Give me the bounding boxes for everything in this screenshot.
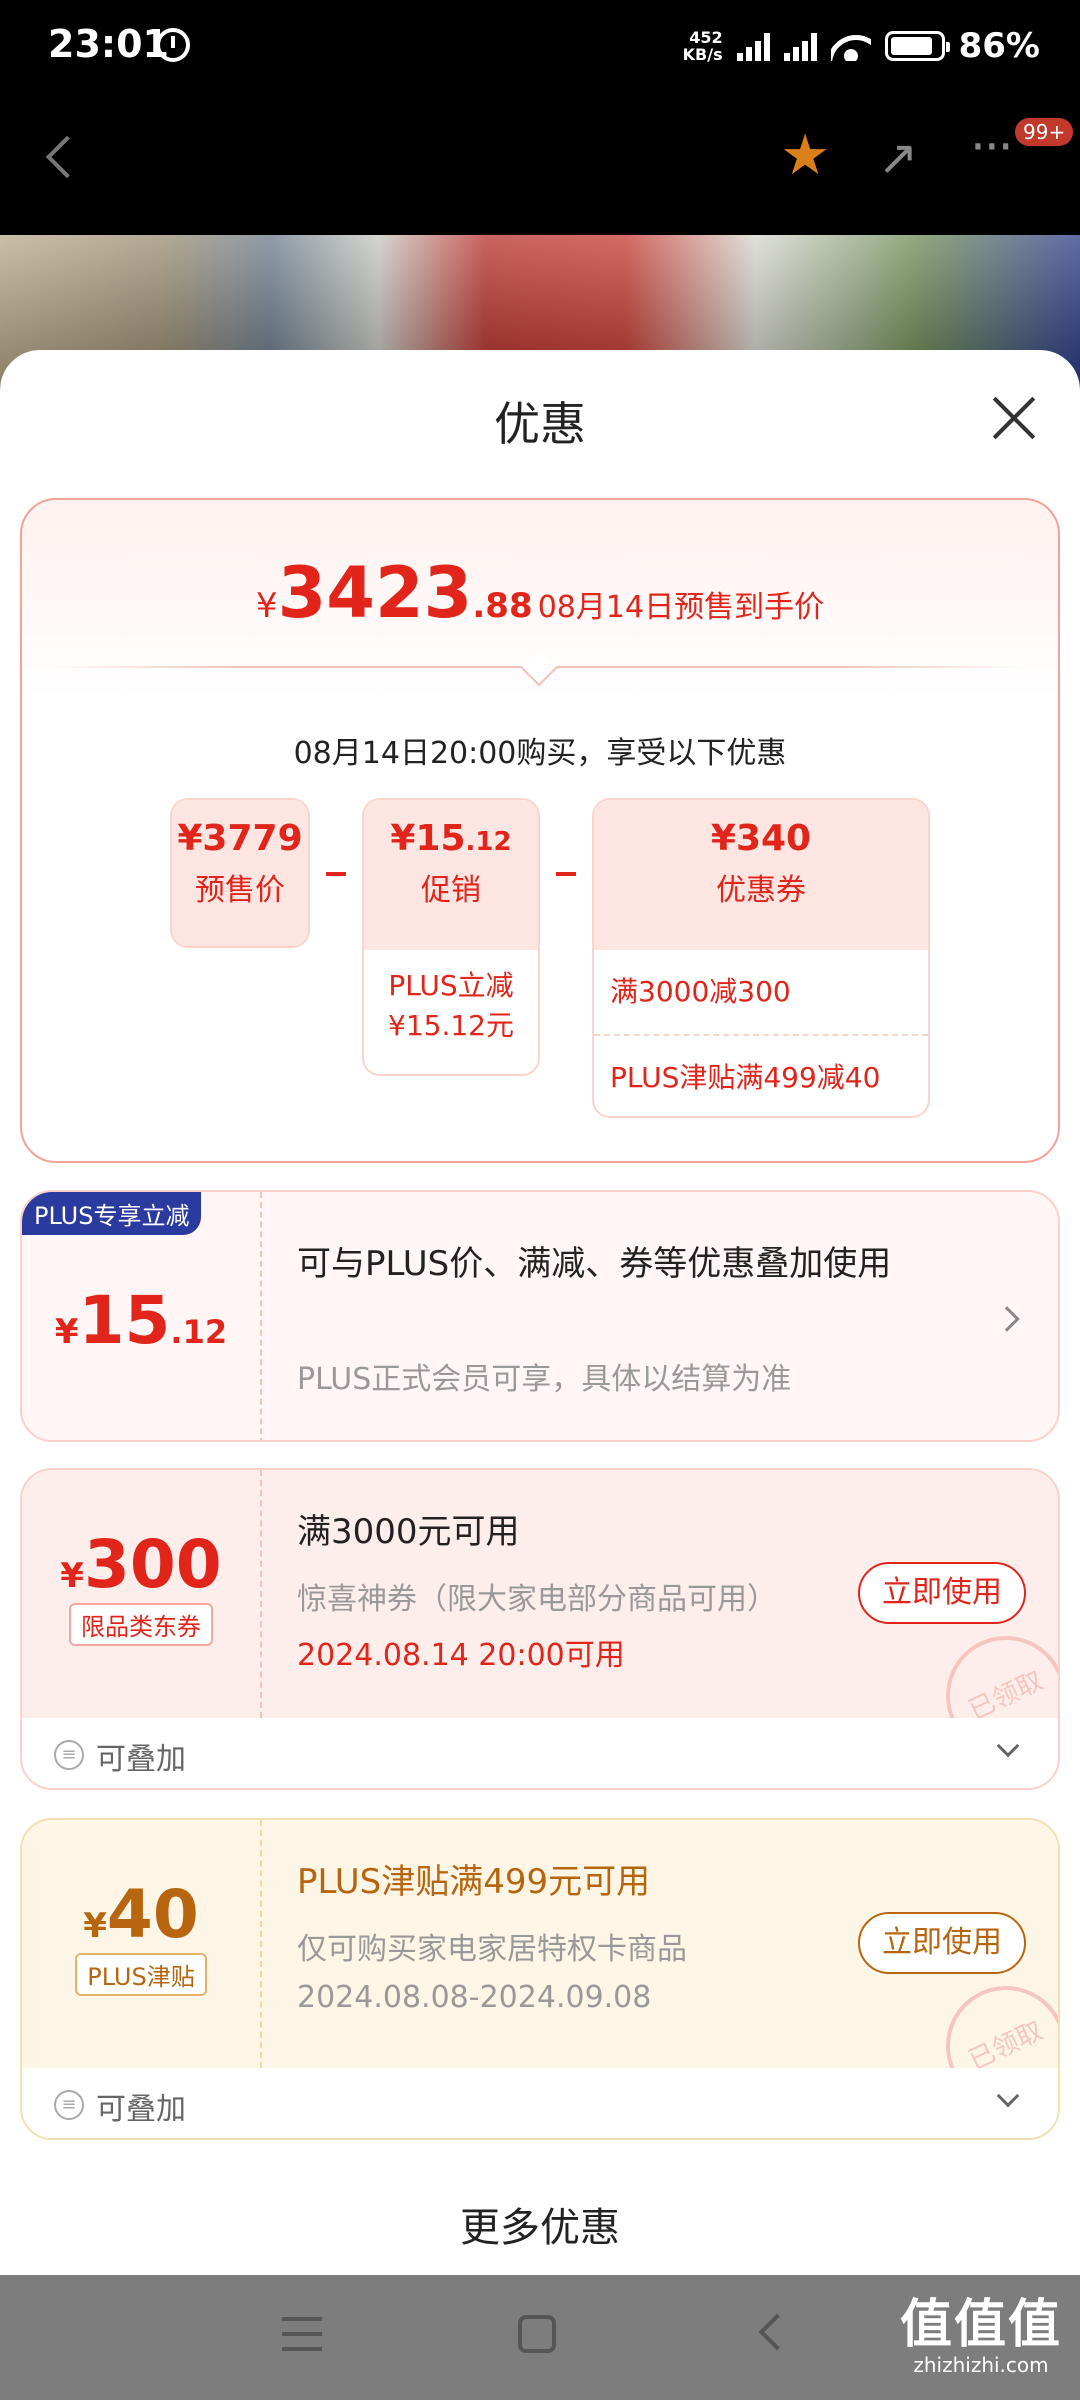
promo-value-int: ¥15 <box>390 818 466 859</box>
more-discounts-link[interactable]: 更多优惠 <box>0 2195 1080 2253</box>
card-title: 满3000元可用 <box>297 1512 520 1552</box>
final-price-integer: 3423 <box>277 552 473 634</box>
coupon-value: ¥340 <box>710 818 812 859</box>
card-date: 2024.08.14 20:00可用 <box>297 1638 625 1673</box>
amount-decimal: .12 <box>170 1313 228 1351</box>
stackable-label: 可叠加 <box>96 1742 186 1777</box>
coupon-box: ¥340 优惠券 满3000减300 PLUS津贴满499减40 <box>592 798 930 1118</box>
notification-badge: 99+ <box>1015 118 1074 146</box>
close-icon[interactable] <box>990 394 1038 442</box>
home-icon[interactable] <box>518 2315 556 2353</box>
stackable-row[interactable]: ≡ 可叠加 <box>22 2068 1058 2138</box>
presale-price-value: ¥3779 <box>177 818 303 859</box>
card-subtitle: 仅可购买家电家居特权卡商品 <box>297 1932 687 1967</box>
coupon-card-body: ¥40 PLUS津贴 PLUS津贴满499元可用 仅可购买家电家居特权卡商品 2… <box>22 1820 1058 2126</box>
signal-1-icon <box>736 31 770 61</box>
amount-currency: ¥ <box>83 1906 107 1946</box>
coupon-row: PLUS津贴满499减40 <box>594 1034 928 1116</box>
plus-tag: PLUS专享立减 <box>22 1192 202 1235</box>
coupon-label: 优惠券 <box>716 873 806 908</box>
coupon-amount: ¥40 <box>22 1820 260 1953</box>
card-title: PLUS津贴满499元可用 <box>297 1862 651 1902</box>
watermark-site: zhizhizhi.com <box>913 2353 1049 2377</box>
final-price: ¥3423.88 08月14日预售到手价 <box>22 552 1058 634</box>
chevron-down-icon[interactable] <box>996 1734 1020 1758</box>
card-date: 2024.08.08-2024.09.08 <box>297 1980 652 2015</box>
status-bar: 23:01 452 KB/s 86% <box>0 0 1080 100</box>
chevron-right-icon[interactable] <box>994 1306 1020 1332</box>
share-icon[interactable]: ↗ <box>878 134 918 182</box>
stackable-row[interactable]: ≡ 可叠加 <box>22 1718 1058 1788</box>
favorite-star-icon[interactable]: ★ <box>780 128 830 184</box>
coupon-amount-area: ¥300 限品类东券 <box>22 1470 262 1718</box>
amount-integer: 40 <box>106 1876 199 1953</box>
promo-detail: PLUS立减 ¥15.12元 <box>364 950 538 1062</box>
coupon-type-chip: PLUS津贴 <box>75 1953 207 1996</box>
amount-integer: 300 <box>83 1526 222 1603</box>
network-speed-unit: KB/s <box>682 45 723 64</box>
stack-icon: ≡ <box>54 2090 84 2120</box>
battery-percent: 86% <box>958 26 1040 66</box>
amount-currency: ¥ <box>60 1556 84 1596</box>
plus-discount-card[interactable]: ¥15.12 PLUS专享立减 可与PLUS价、满减、券等优惠叠加使用 PLUS… <box>20 1190 1060 1442</box>
system-nav-bar: 值值值 zhizhizhi.com <box>0 2275 1080 2400</box>
final-price-currency: ¥ <box>255 586 278 626</box>
buy-time-note: 08月14日20:00购买，享受以下优惠 <box>293 736 787 771</box>
divider-notch <box>520 649 558 687</box>
amount-currency: ¥ <box>54 1312 79 1352</box>
minus-icon <box>326 872 346 876</box>
network-speed-value: 452 <box>689 28 723 47</box>
status-icons: 452 KB/s 86% <box>683 26 1040 66</box>
final-price-decimal: .88 <box>472 586 533 626</box>
back-icon[interactable] <box>758 2313 796 2351</box>
discount-sheet: 优惠 ¥3423.88 08月14日预售到手价 08月14日20:00购买，享受… <box>0 350 1080 2275</box>
sheet-title: 优惠 <box>494 397 586 451</box>
watermark: 值值值 zhizhizhi.com <box>900 2297 1062 2377</box>
presale-price-label: 预售价 <box>195 873 285 908</box>
stackable-label: 可叠加 <box>96 2092 186 2127</box>
battery-icon <box>884 31 950 61</box>
amount-integer: 15 <box>78 1282 171 1359</box>
chevron-down-icon[interactable] <box>996 2084 1020 2108</box>
promo-value: ¥15.12 <box>364 800 538 859</box>
card-title: 可与PLUS价、满减、券等优惠叠加使用 <box>297 1244 892 1284</box>
signal-2-icon <box>783 31 817 61</box>
screen: 23:01 452 KB/s 86% ★ ↗ ··· 99+ 优惠 ¥3423.… <box>0 0 1080 2400</box>
coupon-type-chip: 限品类东券 <box>69 1603 213 1646</box>
coupon-card-40: ¥40 PLUS津贴 PLUS津贴满499元可用 仅可购买家电家居特权卡商品 2… <box>20 1818 1060 2140</box>
minus-icon <box>556 872 576 876</box>
top-nav: ★ ↗ ··· 99+ <box>0 100 1080 235</box>
back-icon[interactable] <box>45 135 89 179</box>
promo-label: 促销 <box>421 873 481 908</box>
promo-box: ¥15.12 促销 PLUS立减 ¥15.12元 <box>362 798 540 1076</box>
watermark-brand: 值值值 <box>899 2295 1062 2355</box>
promo-value-dec: .12 <box>465 827 512 857</box>
status-time: 23:01 <box>48 22 169 66</box>
stack-icon: ≡ <box>54 1740 84 1770</box>
alarm-clock-icon <box>156 28 190 62</box>
coupon-row: 满3000减300 <box>610 975 791 1008</box>
coupon-card-body: ¥300 限品类东券 满3000元可用 惊喜神券（限大家电部分商品可用） 202… <box>22 1470 1058 1776</box>
coupon-amount: ¥300 <box>22 1470 260 1603</box>
use-now-button[interactable]: 立即使用 <box>858 1912 1026 1974</box>
presale-price-box: ¥3779 预售价 <box>170 798 310 948</box>
card-subtitle: 惊喜神券（限大家电部分商品可用） <box>297 1582 777 1617</box>
wifi-icon <box>831 31 871 61</box>
use-now-button[interactable]: 立即使用 <box>858 1562 1026 1624</box>
network-speed: 452 KB/s <box>683 29 723 63</box>
card-subtitle: PLUS正式会员可享，具体以结算为准 <box>297 1362 792 1397</box>
coupon-amount-area: ¥40 PLUS津贴 <box>22 1820 262 2068</box>
more-icon[interactable]: ··· <box>970 122 1014 172</box>
promo-detail-line-1: PLUS立减 <box>388 969 514 1002</box>
promo-detail-line-2: ¥15.12元 <box>388 1009 514 1042</box>
coupon-card-300: ¥300 限品类东券 满3000元可用 惊喜神券（限大家电部分商品可用） 202… <box>20 1468 1060 1790</box>
final-price-label: 08月14日预售到手价 <box>537 590 825 625</box>
menu-icon[interactable] <box>282 2317 322 2351</box>
price-summary: ¥3423.88 08月14日预售到手价 08月14日20:00购买，享受以下优… <box>20 498 1060 1163</box>
